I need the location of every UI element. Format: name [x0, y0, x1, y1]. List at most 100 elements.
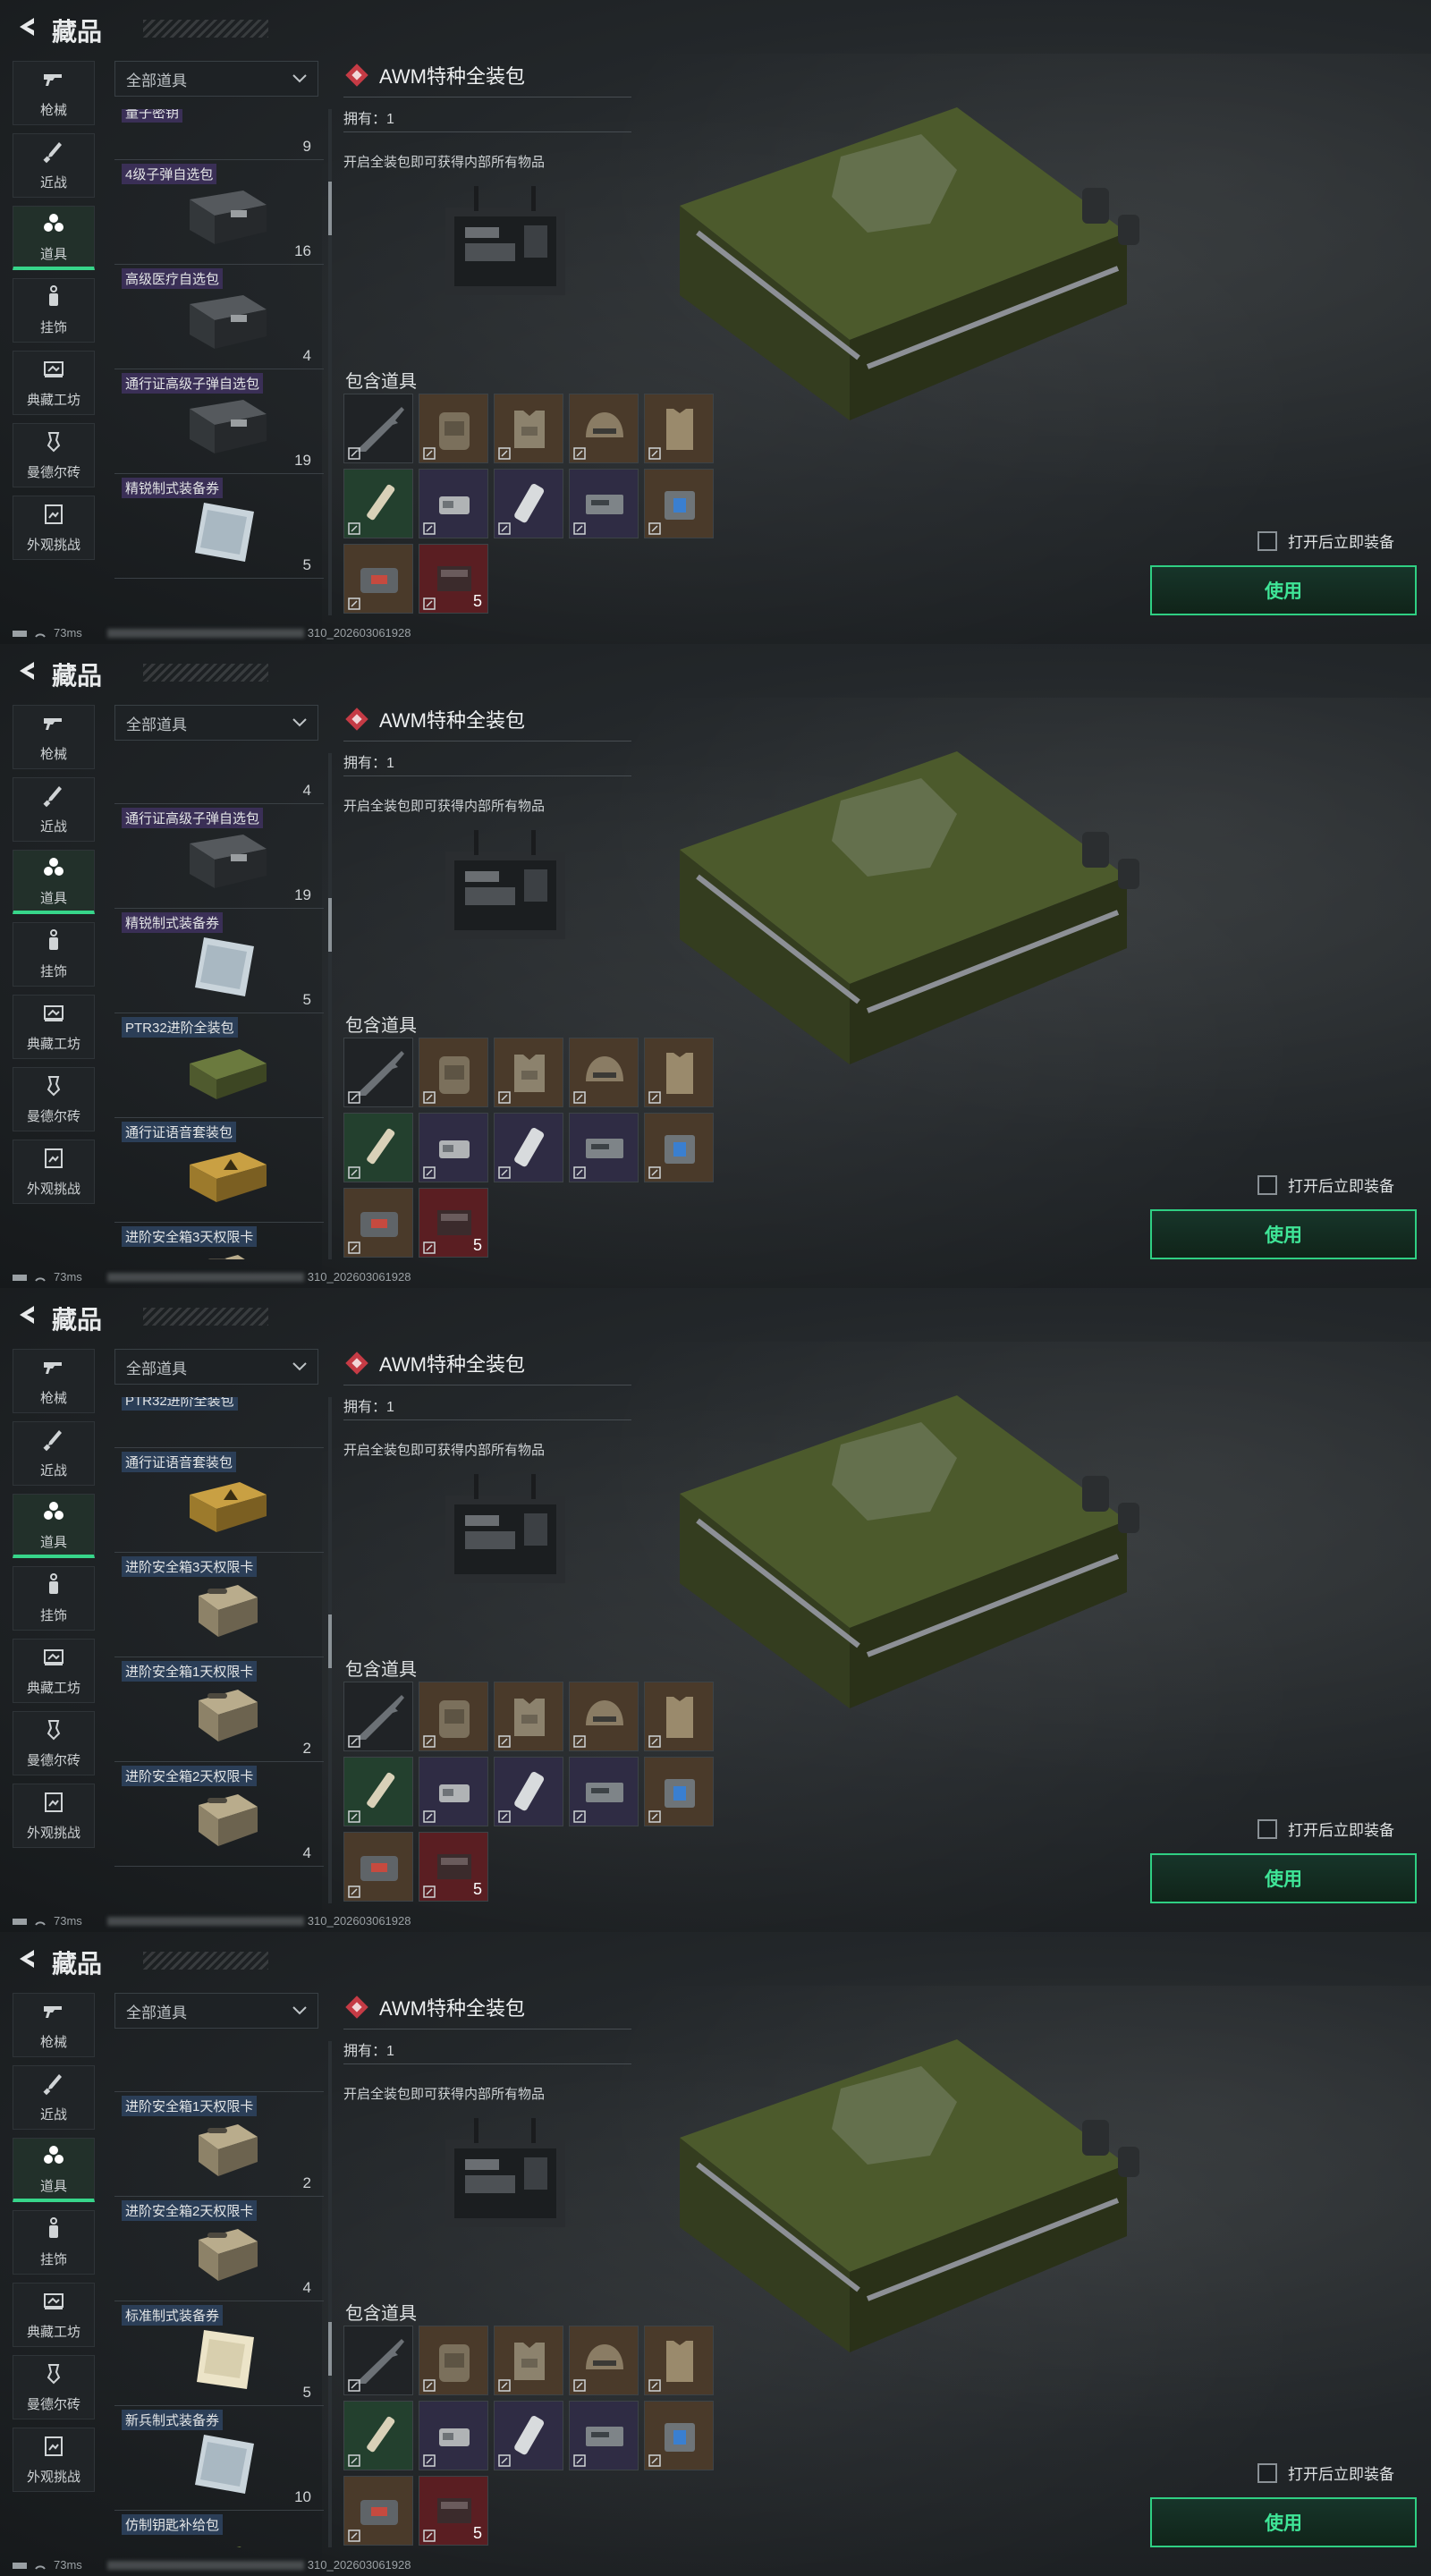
scrollbar-thumb[interactable] — [328, 898, 332, 952]
included-item-slot[interactable] — [343, 1113, 413, 1182]
list-item[interactable]: 量子密钥 9 — [114, 109, 324, 160]
included-item-slot[interactable] — [644, 394, 714, 463]
list-item[interactable]: 通行证高级子弹自选包 19 — [114, 369, 324, 474]
list-item[interactable]: 精锐制式装备券 5 — [114, 909, 324, 1013]
scrollbar-thumb[interactable] — [328, 1614, 332, 1668]
included-item-slot[interactable] — [343, 2401, 413, 2470]
included-item-slot[interactable] — [419, 394, 488, 463]
sidebar-item-challenge[interactable]: 外观挑战 — [13, 2428, 95, 2492]
auto-equip-checkbox[interactable] — [1257, 1174, 1277, 1195]
sidebar-item-brick[interactable]: 曼德尔砖 — [13, 2355, 95, 2419]
item-filter-dropdown[interactable]: 全部道具 — [114, 61, 318, 97]
auto-equip-option[interactable]: 打开后立即装备 — [1257, 1818, 1394, 1840]
sidebar-item-items[interactable]: 道具 — [13, 850, 95, 914]
list-item[interactable]: 通行证语音套装包 — [114, 1448, 324, 1553]
back-arrow-icon[interactable] — [13, 13, 41, 41]
sidebar-item-brick[interactable]: 曼德尔砖 — [13, 423, 95, 487]
sidebar-item-knife[interactable]: 近战 — [13, 1421, 95, 1486]
list-item[interactable]: 仿制钥匙补给包 — [114, 2511, 324, 2547]
included-item-slot[interactable] — [343, 1188, 413, 1258]
sidebar-item-items[interactable]: 道具 — [13, 1494, 95, 1558]
list-scrollbar[interactable] — [328, 753, 332, 1259]
sidebar-item-knife[interactable]: 近战 — [13, 133, 95, 198]
included-item-slot[interactable] — [494, 1682, 563, 1751]
included-item-slot[interactable] — [644, 1682, 714, 1751]
item-list[interactable]: 4 通行证高级子弹自选包 19 精锐制式装备券 5 PTR32进阶全装包 通行证语音套装包进… — [114, 753, 324, 1259]
auto-equip-option[interactable]: 打开后立即装备 — [1257, 2462, 1394, 2484]
included-item-slot[interactable] — [569, 394, 639, 463]
included-item-slot[interactable]: 5 — [419, 2476, 488, 2546]
included-item-slot[interactable] — [343, 544, 413, 614]
included-item-slot[interactable] — [494, 2401, 563, 2470]
included-item-slot[interactable] — [343, 469, 413, 538]
included-item-slot[interactable] — [494, 394, 563, 463]
list-item[interactable]: 4级子弹自选包 16 — [114, 160, 324, 265]
auto-equip-option[interactable]: 打开后立即装备 — [1257, 1174, 1394, 1196]
included-item-slot[interactable] — [494, 469, 563, 538]
included-item-slot[interactable] — [569, 1038, 639, 1107]
list-item[interactable] — [114, 2041, 324, 2092]
back-arrow-icon[interactable] — [13, 1301, 41, 1329]
sidebar-item-charm[interactable]: 挂饰 — [13, 1566, 95, 1631]
sidebar-item-gun[interactable]: 枪械 — [13, 1993, 95, 2057]
sidebar-item-knife[interactable]: 近战 — [13, 777, 95, 842]
list-item[interactable]: PTR32进阶全装包 — [114, 1013, 324, 1118]
scrollbar-thumb[interactable] — [328, 182, 332, 235]
included-item-slot[interactable] — [569, 2401, 639, 2470]
list-item[interactable]: 新兵制式装备券 10 — [114, 2406, 324, 2511]
sidebar-item-items[interactable]: 道具 — [13, 2138, 95, 2202]
included-item-slot[interactable] — [343, 394, 413, 463]
use-button[interactable]: 使用 — [1150, 1209, 1417, 1259]
included-item-slot[interactable] — [343, 2326, 413, 2395]
list-scrollbar[interactable] — [328, 1397, 332, 1903]
item-filter-dropdown[interactable]: 全部道具 — [114, 705, 318, 741]
included-item-slot[interactable] — [343, 1682, 413, 1751]
included-item-slot[interactable]: 5 — [419, 1832, 488, 1902]
included-item-slot[interactable] — [419, 1757, 488, 1826]
list-item[interactable]: 精锐制式装备券 5 — [114, 474, 324, 579]
included-item-slot[interactable] — [494, 1113, 563, 1182]
included-item-slot[interactable] — [494, 1757, 563, 1826]
sidebar-item-challenge[interactable]: 外观挑战 — [13, 1140, 95, 1204]
sidebar-item-gun[interactable]: 枪械 — [13, 1349, 95, 1413]
included-item-slot[interactable] — [419, 1113, 488, 1182]
included-item-slot[interactable] — [343, 1038, 413, 1107]
included-item-slot[interactable] — [569, 1757, 639, 1826]
included-item-slot[interactable] — [419, 469, 488, 538]
included-item-slot[interactable] — [644, 469, 714, 538]
included-item-slot[interactable] — [419, 2401, 488, 2470]
sidebar-item-challenge[interactable]: 外观挑战 — [13, 1784, 95, 1848]
sidebar-item-charm[interactable]: 挂饰 — [13, 2210, 95, 2275]
sidebar-item-charm[interactable]: 挂饰 — [13, 922, 95, 987]
sidebar-item-workshop[interactable]: 典藏工坊 — [13, 2283, 95, 2347]
list-item[interactable]: 高级医疗自选包 4 — [114, 265, 324, 369]
included-item-slot[interactable] — [343, 1757, 413, 1826]
use-button[interactable]: 使用 — [1150, 565, 1417, 615]
sidebar-item-gun[interactable]: 枪械 — [13, 705, 95, 769]
item-list[interactable]: 量子密钥 9 4级子弹自选包 16 高级医疗自选包 4 通行证高级子弹自选包 19 精锐制式装备… — [114, 109, 324, 615]
use-button[interactable]: 使用 — [1150, 2497, 1417, 2547]
sidebar-item-brick[interactable]: 曼德尔砖 — [13, 1711, 95, 1775]
list-item[interactable]: 标准制式装备券 5 — [114, 2301, 324, 2406]
list-item[interactable]: 通行证语音套装包 — [114, 1118, 324, 1223]
included-item-slot[interactable] — [644, 2326, 714, 2395]
auto-equip-option[interactable]: 打开后立即装备 — [1257, 530, 1394, 552]
sidebar-item-workshop[interactable]: 典藏工坊 — [13, 1639, 95, 1703]
included-item-slot[interactable] — [644, 1038, 714, 1107]
included-item-slot[interactable] — [569, 2326, 639, 2395]
item-list[interactable]: PTR32进阶全装包 通行证语音套装包 进阶安全箱3天权限卡 进阶安全箱1天权限卡 2 进… — [114, 1397, 324, 1903]
sidebar-item-workshop[interactable]: 典藏工坊 — [13, 995, 95, 1059]
included-item-slot[interactable] — [419, 1038, 488, 1107]
back-arrow-icon[interactable] — [13, 1945, 41, 1973]
list-item[interactable]: 进阶安全箱2天权限卡 4 — [114, 1762, 324, 1867]
use-button[interactable]: 使用 — [1150, 1853, 1417, 1903]
list-item[interactable]: 进阶安全箱2天权限卡 4 — [114, 2197, 324, 2301]
included-item-slot[interactable] — [343, 1832, 413, 1902]
included-item-slot[interactable] — [644, 2401, 714, 2470]
item-filter-dropdown[interactable]: 全部道具 — [114, 1993, 318, 2029]
sidebar-item-charm[interactable]: 挂饰 — [13, 278, 95, 343]
auto-equip-checkbox[interactable] — [1257, 530, 1277, 551]
included-item-slot[interactable]: 5 — [419, 544, 488, 614]
included-item-slot[interactable]: 5 — [419, 1188, 488, 1258]
list-scrollbar[interactable] — [328, 2041, 332, 2547]
